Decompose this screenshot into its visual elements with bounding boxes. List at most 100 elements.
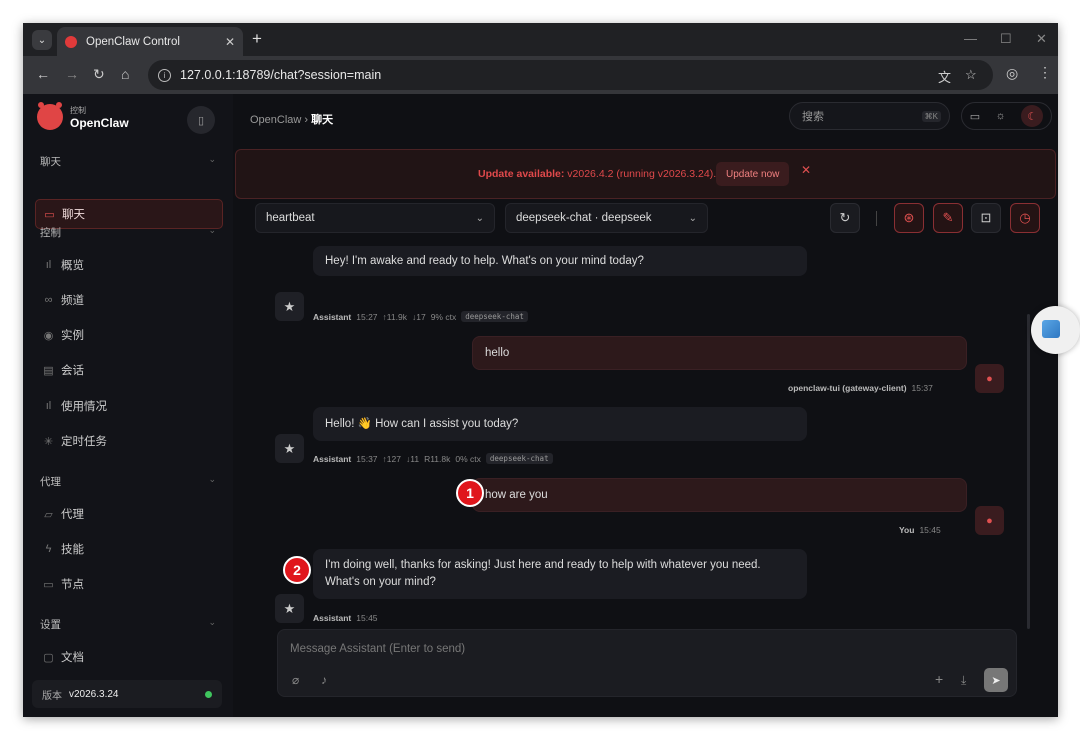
meta-time: 15:37 [356, 453, 378, 464]
message-meta: openclaw-tui (gateway-client) 15:37 [788, 383, 933, 393]
broadcast-icon: ◉ [43, 329, 54, 342]
new-tab-icon[interactable]: + [252, 29, 262, 49]
back-icon[interactable]: ← [36, 66, 50, 82]
sidebar-item-agents[interactable]: ▱ 代理 [35, 499, 223, 529]
assistant-message: I'm doing well, thanks for asking! Just … [313, 549, 807, 599]
close-window-icon[interactable]: ✕ [1036, 31, 1047, 47]
message-composer[interactable]: Message Assistant (Enter to send) ⌀ ♪ + … [277, 629, 1017, 697]
focus-button[interactable]: ⊡ [971, 203, 1001, 233]
browser-tab[interactable]: OpenClaw Control ✕ [57, 27, 243, 56]
chevron-down-icon: ⌄ [475, 212, 484, 224]
user-icon: ● [986, 514, 993, 527]
star-icon: ★ [283, 298, 296, 314]
collapse-sidebar-icon[interactable]: ▯ [187, 106, 215, 134]
send-button[interactable]: ➤ [984, 668, 1008, 692]
minimize-icon[interactable]: — [964, 31, 977, 46]
search-shortcut: ⌘K [921, 111, 941, 122]
sidebar-item-skills[interactable]: ϟ 技能 [35, 534, 223, 564]
sidebar-item-label: 节点 [61, 579, 84, 591]
site-info-icon[interactable]: i [158, 68, 171, 82]
add-icon[interactable]: + [935, 671, 943, 687]
section-control[interactable]: 控制 ⌄ [40, 225, 216, 240]
assistant-message: Hey! I'm awake and ready to help. What's… [313, 246, 807, 276]
search-placeholder: 搜索 [802, 111, 824, 123]
sidebar-item-label: 频道 [61, 295, 84, 307]
search-input[interactable]: 搜索 ⌘K [789, 102, 950, 130]
meta-time: 15:45 [919, 525, 941, 535]
maximize-icon[interactable]: ☐ [1000, 31, 1012, 47]
translate-icon[interactable]: 文 [938, 67, 951, 86]
breadcrumb: OpenClaw › 聊天 [250, 114, 334, 126]
section-agents[interactable]: 代理 ⌄ [40, 474, 216, 489]
cron-toggle-button[interactable]: ◷ [1010, 203, 1040, 233]
annotation-marker-1: 1 [456, 479, 484, 507]
download-icon[interactable]: ⤓ [961, 673, 966, 688]
wrench-icon: ✎ [942, 210, 954, 225]
sidebar-item-instances[interactable]: ◉ 实例 [35, 320, 223, 350]
lightning-icon: ϟ [45, 543, 52, 555]
version-value: v2026.3.24 [69, 688, 119, 700]
chevron-down-icon: ⌄ [688, 212, 697, 224]
brand: 控制 OpenClaw [37, 102, 129, 130]
floating-image-widget[interactable] [1031, 306, 1080, 354]
folder-icon: ▱ [44, 508, 53, 521]
close-tab-icon[interactable]: ✕ [225, 35, 235, 49]
sidebar-item-sessions[interactable]: ▤ 会话 [35, 355, 223, 385]
model-select[interactable]: deepseek-chat · deepseek ⌄ [505, 203, 708, 233]
address-bar-row: ← → ↻ ⌂ i 127.0.0.1:18789/chat?session=m… [23, 56, 1058, 94]
sidebar: 控制 OpenClaw ▯ 聊天 ⌄ ▭ 聊天 控制 ⌄ ıl 概览 ∞ 频道 ◉ 实例 ▤… [23, 94, 233, 717]
version-label: 版本 [42, 690, 62, 702]
book-icon: ▢ [43, 651, 54, 664]
home-icon[interactable]: ⌂ [121, 66, 129, 82]
sidebar-item-docs[interactable]: ▢ 文档 [35, 642, 223, 672]
theme-switcher: ▭ ☼ ☾ [961, 102, 1052, 130]
meta-cache-read: R11.8k [424, 453, 451, 464]
light-theme-icon[interactable]: ☼ [996, 110, 1006, 122]
image-icon [1042, 320, 1060, 338]
section-label: 聊天 [40, 156, 61, 168]
thinking-toggle-button[interactable]: ⊛ [894, 203, 924, 233]
version-badge: 版本 v2026.3.24 [32, 680, 222, 708]
message-meta: Assistant 15:45 [313, 613, 378, 623]
dark-theme-icon[interactable]: ☾ [1021, 105, 1044, 127]
meta-name: openclaw-tui (gateway-client) [788, 383, 907, 393]
sidebar-item-channels[interactable]: ∞ 频道 [35, 285, 223, 315]
session-select[interactable]: heartbeat ⌄ [255, 203, 495, 233]
tab-search-button[interactable]: ⌄ [32, 30, 52, 50]
microphone-icon[interactable]: ♪ [321, 673, 327, 687]
assistant-message: Hello! 👋 How can I assist you today? [313, 407, 807, 441]
message-meta: Assistant 15:37 ↑127 ↓11 R11.8k 0% ctx d… [313, 453, 553, 464]
reload-icon[interactable]: ↻ [93, 66, 105, 83]
system-theme-icon[interactable]: ▭ [970, 110, 980, 123]
meta-time: 15:45 [356, 613, 378, 623]
url-field[interactable]: i 127.0.0.1:18789/chat?session=main 文 ☆ [148, 60, 993, 90]
url-text: 127.0.0.1:18789/chat?session=main [180, 68, 382, 82]
section-chat[interactable]: 聊天 ⌄ [40, 154, 216, 169]
model-tag: deepseek-chat [485, 453, 553, 464]
chat-scrollbar[interactable] [1027, 314, 1030, 629]
attach-icon[interactable]: ⌀ [292, 673, 299, 687]
forward-icon[interactable]: → [65, 66, 79, 82]
tools-toggle-button[interactable]: ✎ [933, 203, 963, 233]
dismiss-banner-icon[interactable]: ✕ [801, 163, 811, 177]
breadcrumb-current: 聊天 [311, 114, 334, 126]
sidebar-item-cron[interactable]: ✳ 定时任务 [35, 426, 223, 456]
meta-name: Assistant [313, 453, 352, 464]
update-text: Update available: v2026.4.2 (running v20… [478, 168, 716, 180]
message-meta: You 15:45 [899, 525, 941, 535]
refresh-button[interactable]: ↻ [830, 203, 860, 233]
bar-chart-icon: ıl [45, 259, 52, 271]
sidebar-item-usage[interactable]: ıl 使用情况 [35, 391, 223, 421]
message-text: hello [485, 346, 510, 359]
meta-input-tokens: ↑127 [382, 453, 401, 464]
profile-icon[interactable]: ◎ [1006, 65, 1018, 82]
sidebar-item-nodes[interactable]: ▭ 节点 [35, 569, 223, 599]
browser-menu-icon[interactable]: ⋮ [1038, 64, 1052, 81]
chevron-down-icon: ⌄ [208, 474, 216, 484]
section-settings[interactable]: 设置 ⌄ [40, 617, 216, 632]
bar-chart-icon: ıl [45, 400, 52, 412]
breadcrumb-root[interactable]: OpenClaw [250, 114, 301, 126]
bookmark-star-icon[interactable]: ☆ [965, 67, 977, 83]
update-now-button[interactable]: Update now [716, 162, 790, 186]
sidebar-item-overview[interactable]: ıl 概览 [35, 250, 223, 280]
